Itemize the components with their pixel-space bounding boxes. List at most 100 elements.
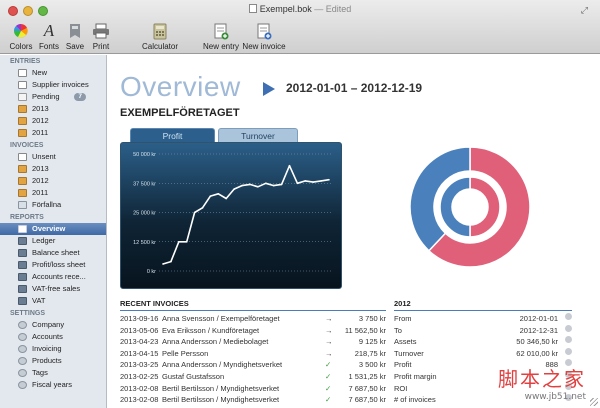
stats-label: ROI xyxy=(394,383,408,393)
invoice-customer: Pelle Persson xyxy=(162,348,209,358)
sidebar-item-invoices-2012[interactable]: 2012 xyxy=(0,175,106,187)
resize-handle[interactable] xyxy=(590,398,598,406)
printer-icon xyxy=(93,23,109,39)
sidebar-item-accounts[interactable]: Accounts xyxy=(0,331,106,343)
invoice-status-icon: → xyxy=(325,314,333,323)
table-row[interactable]: 2013-05-06 Eva Eriksson / Kundföretaget → 1… xyxy=(120,325,386,336)
sidebar-item-tags[interactable]: Tags xyxy=(0,367,106,379)
profit-chart-box: Profit Turnover 50 000 kr 37 500 kr 25 000… xyxy=(120,128,342,291)
sidebar-item-vat[interactable]: VAT xyxy=(0,295,106,307)
sidebar-item-label: 2011 xyxy=(32,128,49,137)
stats-value: 2012-12-31 xyxy=(519,325,558,335)
watermark-url: www.jb51.net xyxy=(524,392,586,402)
stats-row: To 2012-12-31 xyxy=(394,324,572,336)
sidebar-item-vat-free-sales[interactable]: VAT-free sales xyxy=(0,283,106,295)
sidebar-item-label: 2012 xyxy=(32,176,49,185)
sidebar-item-label: Pending xyxy=(32,92,60,101)
sidebar-item-pending[interactable]: Pending 7 xyxy=(0,91,106,103)
invoice-customer: Anna Andersson / Myndighetsverket xyxy=(162,360,283,370)
toolbar-new-invoice-button[interactable]: New invoice xyxy=(240,21,288,51)
data-point xyxy=(241,184,243,187)
invoice-status-icon: → xyxy=(325,337,333,347)
invoice-customer: Anna Svensson / Exempelföretaget xyxy=(162,314,280,323)
data-point xyxy=(288,164,291,167)
sidebar-item-overview[interactable]: Overview xyxy=(0,223,106,235)
sidebar-item-invoices-2013[interactable]: 2013 xyxy=(0,163,106,175)
new-doc-icon xyxy=(18,69,27,77)
play-arrow-icon[interactable] xyxy=(263,82,275,96)
sidebar-item-label: Products xyxy=(32,356,62,365)
folder-icon xyxy=(18,105,27,113)
sidebar-item-new[interactable]: New xyxy=(0,67,106,79)
table-row[interactable]: 2013-02-08 Bertil Bertilsson / Myndighets… xyxy=(120,383,386,394)
fiscal-years-icon xyxy=(18,381,27,389)
vat-free-icon xyxy=(18,285,27,293)
sidebar-item-unsent[interactable]: Unsent xyxy=(0,151,106,163)
invoice-amount: 218,75 kr xyxy=(354,348,386,358)
stats-row: Turnover 62 010,00 kr xyxy=(394,347,572,359)
stats-label: To xyxy=(394,325,402,335)
fullscreen-icon[interactable]: ⤢ xyxy=(581,5,588,16)
data-point xyxy=(296,182,299,185)
sidebar-item-fiscal-years[interactable]: Fiscal years xyxy=(0,379,106,391)
accounts-receivable-icon xyxy=(18,273,27,281)
invoice-customer: Eva Eriksson / Kundföretaget xyxy=(162,325,260,335)
invoice-status-icon: ✓ xyxy=(325,360,332,370)
table-row[interactable]: 2013-04-15 Pelle Persson → 218,75 kr xyxy=(120,348,386,359)
window-edited-status: — Edited xyxy=(314,4,352,14)
sidebar-item-balance-sheet[interactable]: Balance sheet xyxy=(0,247,106,259)
sidebar-item-label: 2012 xyxy=(32,116,49,125)
line-chart-panel: 50 000 kr 37 500 kr 25 000 kr 12 500 kr 0 kr xyxy=(120,142,342,289)
drilldown-arrow-icon[interactable] xyxy=(565,347,572,355)
sidebar-item-label: 2011 xyxy=(32,188,49,197)
sidebar-item-company[interactable]: Company xyxy=(0,319,106,331)
sidebar-item-entries-2011[interactable]: 2011 xyxy=(0,127,106,139)
table-row[interactable]: 2013-02-08 Bertil Bertilsson / Myndighets… xyxy=(120,394,386,405)
table-row[interactable]: 2013-02-25 Gustaf Gustafsson ✓ 1 531,25 kr xyxy=(120,371,386,382)
sidebar-item-overdue[interactable]: Förfallna xyxy=(0,199,106,211)
tab-profit[interactable]: Profit xyxy=(130,128,215,142)
drilldown-arrow-icon[interactable] xyxy=(565,324,572,332)
sidebar-item-invoices-2011[interactable]: 2011 xyxy=(0,187,106,199)
sidebar-item-products[interactable]: Products xyxy=(0,355,106,367)
sidebar-item-invoicing[interactable]: Invoicing xyxy=(0,343,106,355)
sidebar-item-entries-2013[interactable]: 2013 xyxy=(0,103,106,115)
company-name: EXEMPELFÖRETAGET xyxy=(120,107,240,119)
sidebar-item-supplier-invoices[interactable]: Supplier invoices xyxy=(0,79,106,91)
stats-value: 62 010,00 kr xyxy=(516,348,558,358)
table-row[interactable]: 2013-04-23 Anna Andersson / Mediebolaget →… xyxy=(120,336,386,347)
toolbar-label: New entry xyxy=(202,42,239,51)
drilldown-arrow-icon[interactable] xyxy=(565,313,572,320)
sidebar-item-label: VAT-free sales xyxy=(32,284,81,293)
color-wheel-icon xyxy=(13,23,28,38)
document-icon xyxy=(248,4,257,13)
invoice-date: 2013-09-16 xyxy=(120,314,159,323)
toolbar-new-entry-button[interactable]: New entry xyxy=(197,21,245,51)
toolbar-print-button[interactable]: Print xyxy=(80,21,122,51)
toolbar-calculator-button[interactable]: Calculator xyxy=(131,21,189,51)
invoice-status-icon: ✓ xyxy=(325,372,332,381)
stats-label: Profit margin xyxy=(394,372,437,381)
invoice-status-icon: → xyxy=(325,325,333,335)
tags-icon xyxy=(18,369,27,377)
y-tick-label: 50 000 kr xyxy=(133,152,156,158)
tab-turnover[interactable]: Turnover xyxy=(218,128,298,142)
profit-loss-icon xyxy=(18,261,27,269)
app-window: Exempel.bok — Edited ⤢ Colors A Fonts Sa… xyxy=(0,0,600,408)
calculator-icon xyxy=(153,23,167,39)
data-point xyxy=(233,188,235,190)
table-row[interactable]: 2013-03-25 Anna Andersson / Myndighetsver… xyxy=(120,359,386,370)
company-icon xyxy=(18,321,27,329)
y-tick-label: 0 kr xyxy=(147,269,156,275)
table-row[interactable]: 2013-09-16 Anna Svensson / Exempelföretag… xyxy=(120,313,386,324)
sidebar-item-profit-loss-sheet[interactable]: Profit/loss sheet xyxy=(0,259,106,271)
drilldown-arrow-icon[interactable] xyxy=(565,336,572,344)
sidebar-item-entries-2012[interactable]: 2012 xyxy=(0,115,106,127)
toolbar-label: Calculator xyxy=(141,42,178,51)
new-entry-icon xyxy=(214,23,229,39)
font-icon: A xyxy=(43,21,55,40)
data-point xyxy=(328,178,330,181)
sidebar-item-ledger[interactable]: Ledger xyxy=(0,235,106,247)
line-chart: 50 000 kr 37 500 kr 25 000 kr 12 500 kr 0 kr xyxy=(133,152,333,275)
sidebar-item-accounts-receivable[interactable]: Accounts rece... xyxy=(0,271,106,283)
